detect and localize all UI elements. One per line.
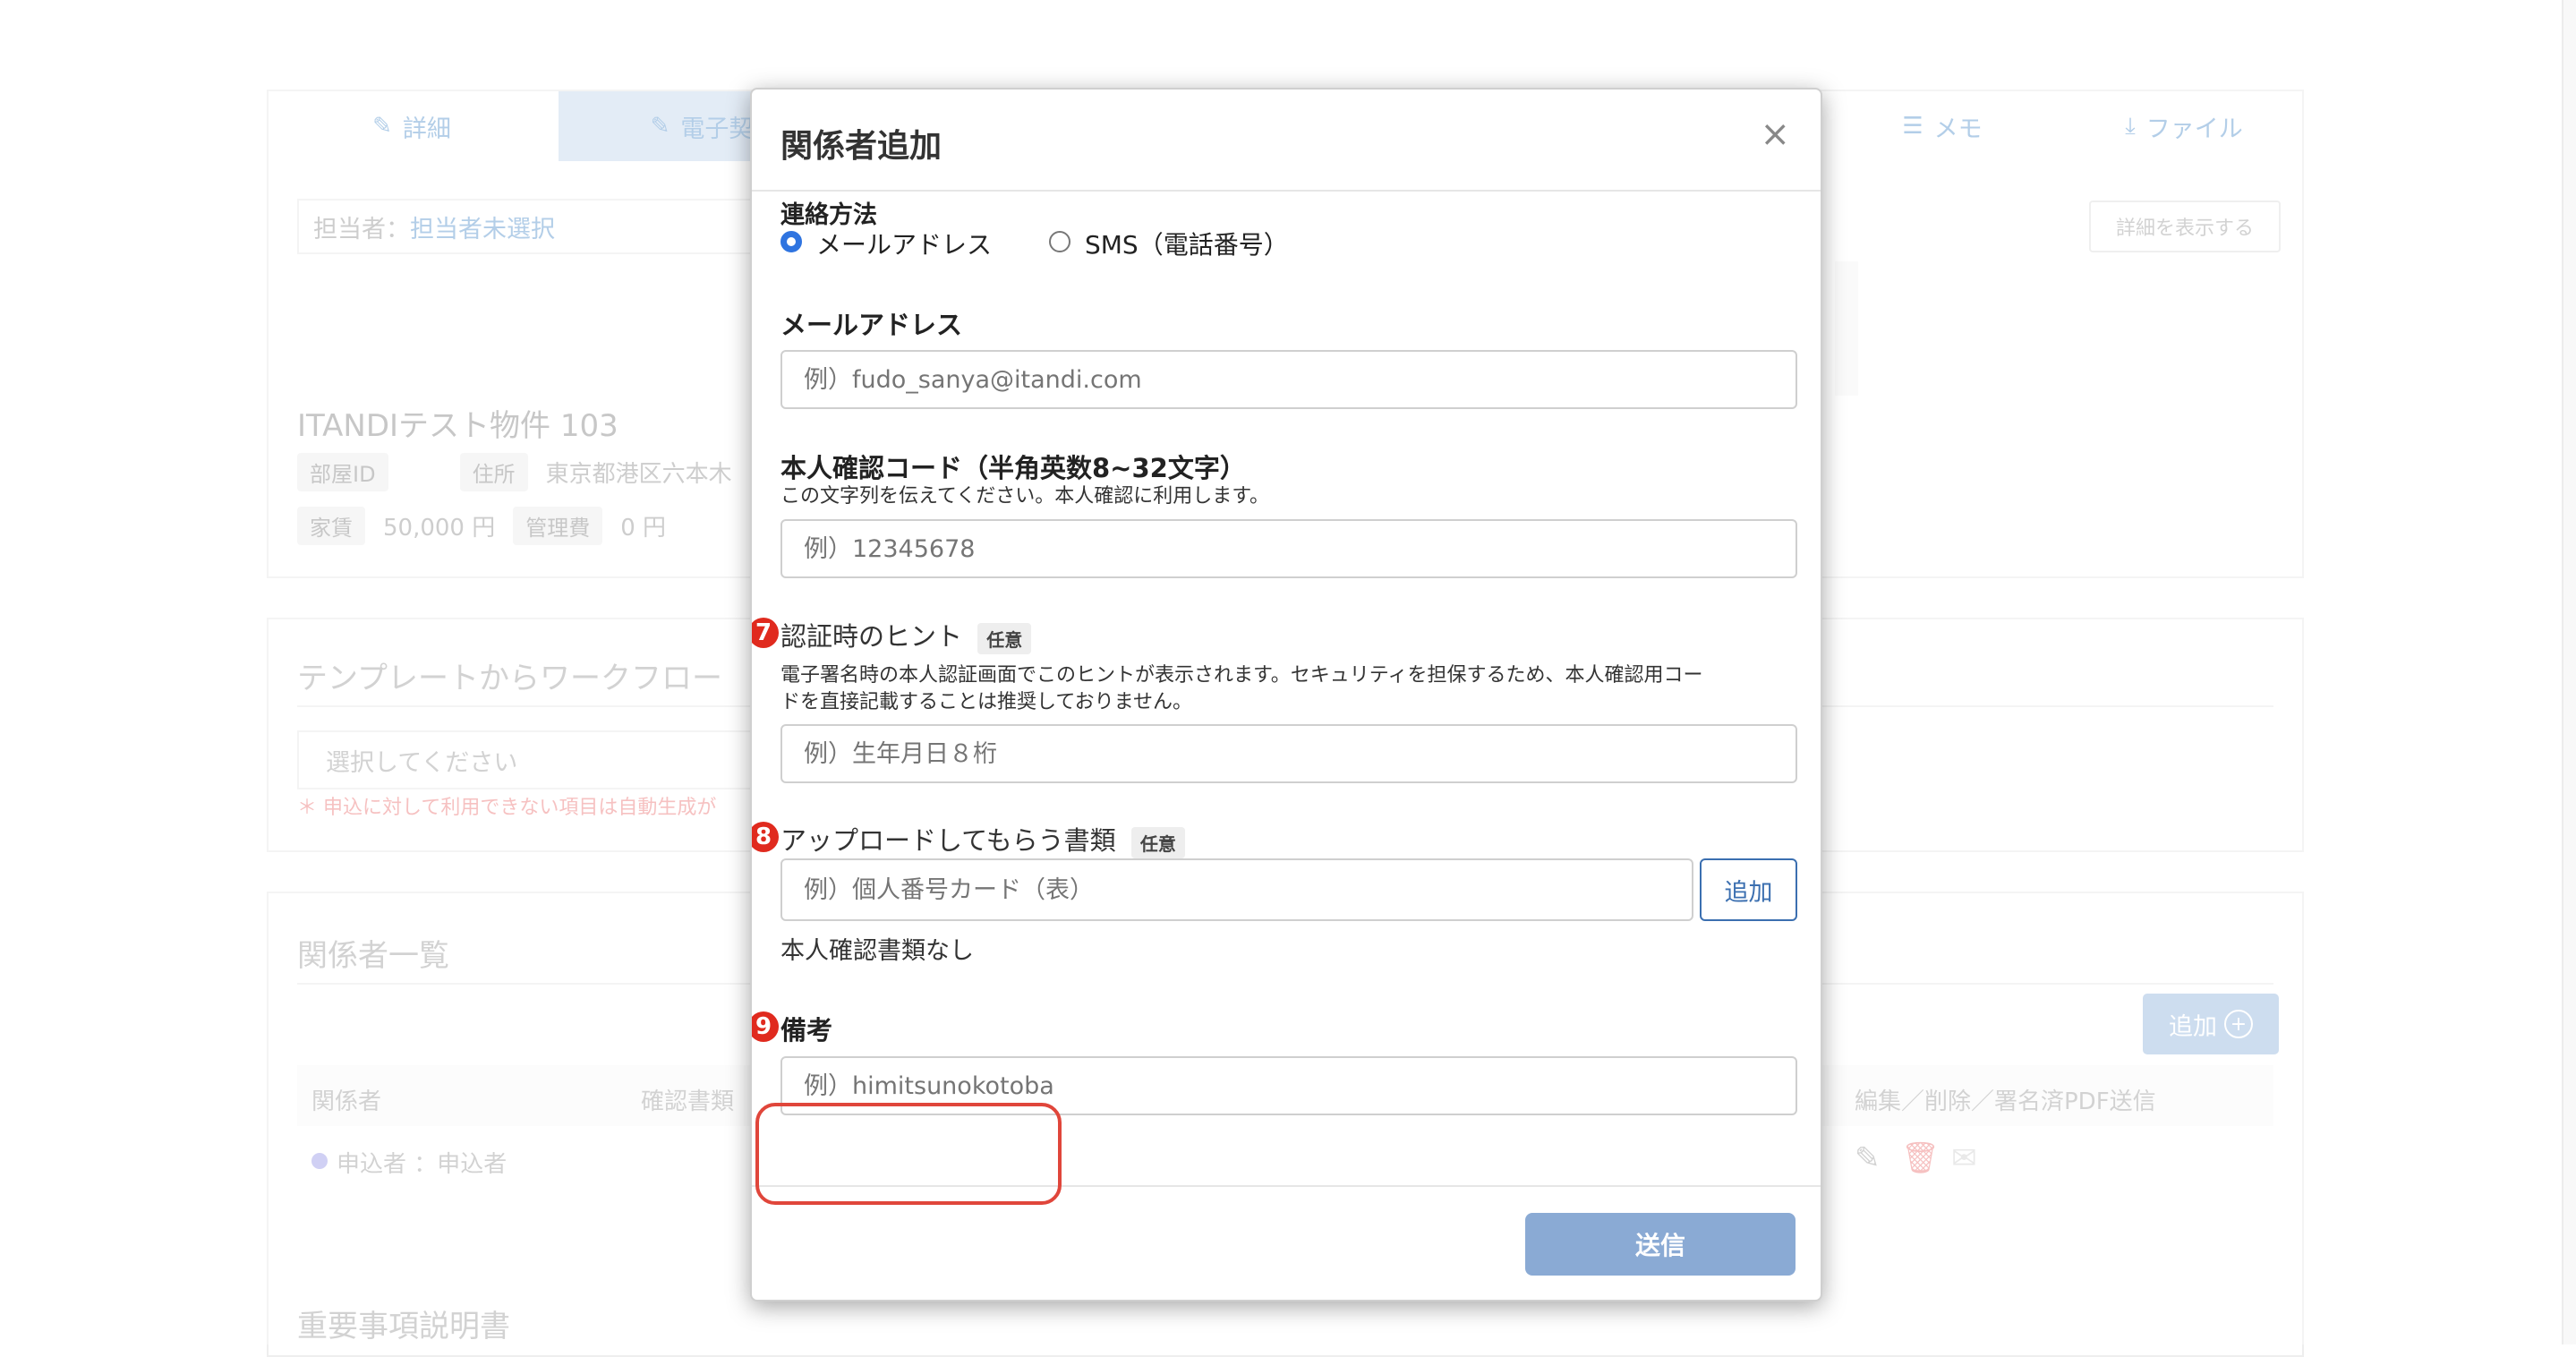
optional-badge: 任意 <box>977 622 1032 654</box>
upload-doc-field[interactable] <box>780 858 1693 921</box>
email-label: メールアドレス <box>780 310 963 340</box>
code-help: この文字列を伝えてください。本人確認に利用します。 <box>780 485 1270 508</box>
step-badge-9: 9 <box>752 1011 779 1042</box>
optional-badge: 任意 <box>1130 826 1185 858</box>
no-docs-text: 本人確認書類なし <box>780 937 974 965</box>
upload-label: アップロードしてもらう書類 <box>780 825 1116 856</box>
radio-sms[interactable] <box>1049 231 1070 252</box>
hint-help-line1: 電子署名時の本人認証画面でこのヒントが表示されます。セキュリティを担保するため、… <box>780 664 1703 687</box>
code-label: 本人確認コード（半角英数8~32文字） <box>780 453 1246 483</box>
step-badge-7: 7 <box>752 618 779 648</box>
modal-header-divider <box>752 190 1821 192</box>
hint-help-line2: ドを直接記載することは推奨しておりません。 <box>780 691 1193 713</box>
radio-sms-label[interactable]: SMS（電話番号） <box>1085 226 1289 261</box>
notes-label: 備考 <box>780 1015 833 1045</box>
upload-label-row: アップロードしてもらう書類 任意 <box>780 820 1185 858</box>
hint-field[interactable] <box>780 724 1797 783</box>
hint-label: 認証時のヒント <box>780 621 963 652</box>
radio-email-label[interactable]: メールアドレス <box>816 226 992 261</box>
hint-label-row: 認証時のヒント 任意 <box>780 616 1032 654</box>
submit-highlight <box>755 1103 1062 1205</box>
email-field[interactable] <box>780 350 1797 409</box>
modal-title: 関係者追加 <box>780 128 943 165</box>
code-field[interactable] <box>780 519 1797 578</box>
close-icon[interactable]: × <box>1760 116 1790 152</box>
step-badge-8: 8 <box>752 822 779 852</box>
radio-email[interactable] <box>780 231 802 252</box>
hint-help: 電子署名時の本人認証画面でこのヒントが表示されます。セキュリティを担保するため、… <box>780 662 1801 716</box>
upload-add-button[interactable]: 追加 <box>1700 858 1797 921</box>
submit-button[interactable]: 送信 <box>1525 1213 1796 1276</box>
